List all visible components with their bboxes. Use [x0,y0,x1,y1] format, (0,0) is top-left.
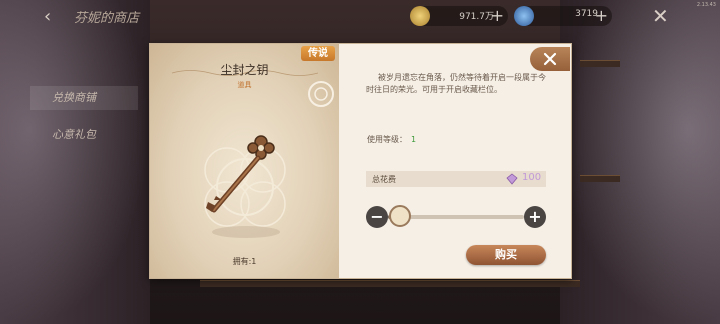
item-detail-popup: 尘封之钥 道具 传说 拥有:1 被岁月遗忘在角落，仍然等待着开启一段属于今时往日… [149,43,572,279]
close-popup-button[interactable] [530,47,570,71]
shelf [200,280,580,287]
currency-gem: 3719 + [514,6,612,26]
purple-gem-icon [506,173,518,185]
use-level-label: 使用等级： [367,135,407,144]
add-gem-button[interactable]: + [595,6,608,26]
top-bar: ‹ 芬妮的商店 971.7万 + 3719 + ✕ 2.13.43 [0,0,720,34]
currency-gold: 971.7万 + [410,6,508,26]
item-description: 被岁月遗忘在角落，仍然等待着开启一段属于今时往日的荣光。可用于开启收藏栏位。 [366,73,546,94]
dusty-key-icon [204,135,286,238]
gold-coin-icon [410,6,430,26]
buy-button[interactable]: 购买 [466,245,546,265]
tab-exchange-shop[interactable]: 兑换商铺 [30,86,138,110]
quantity-slider[interactable]: − + [366,205,546,229]
item-preview-panel: 尘封之钥 道具 传说 拥有:1 [150,44,339,278]
use-level-value: 1 [411,135,417,144]
slider-thumb[interactable] [389,205,411,227]
total-cost-label: 总花费 [372,175,396,184]
curtain-right [560,0,720,324]
blue-gem-icon [514,6,534,26]
swirl-emblem-icon [308,81,334,107]
plus-button[interactable]: + [524,206,546,228]
minus-button[interactable]: − [366,206,388,228]
tab-gift-pack[interactable]: 心意礼包 [52,126,96,142]
close-icon [543,52,557,66]
close-shop-icon[interactable]: ✕ [652,6,669,26]
curtain-left [0,0,150,324]
shelf [580,175,620,182]
version-text: 2.13.43 [696,2,716,8]
shop-title: 芬妮的商店 [74,11,140,26]
item-name: 尘封之钥 [220,63,269,77]
gem-amount: 3719 [575,9,598,19]
total-cost-bar: 总花费 100 [366,171,546,187]
use-level: 使用等级： 1 [367,134,416,145]
owned-count: 拥有:1 [232,257,257,266]
total-cost-value: 100 [522,172,542,183]
gold-amount: 971.7万 [459,12,494,22]
add-gold-button[interactable]: + [491,6,504,26]
shelf [580,60,620,67]
legendary-badge: 传说 [301,46,335,61]
back-arrow-icon[interactable]: ‹ [44,8,62,26]
